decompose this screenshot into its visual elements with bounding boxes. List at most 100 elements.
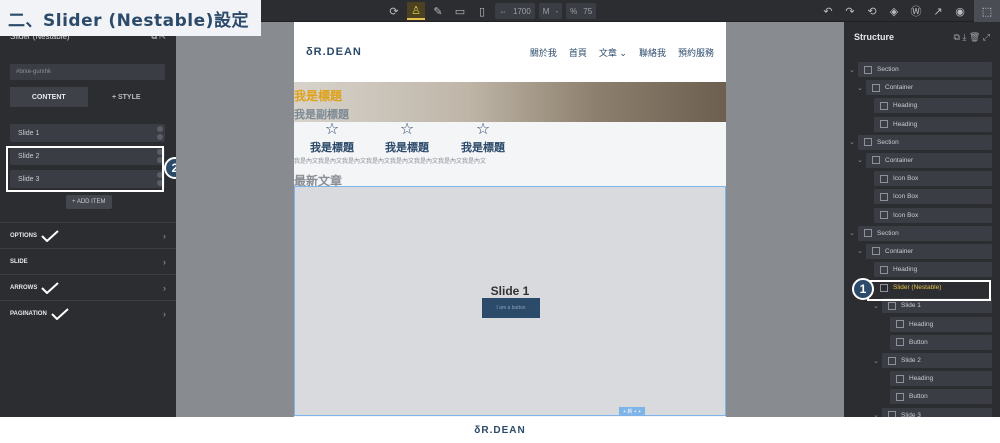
- hero-subtitle: 我是副標題: [294, 109, 349, 121]
- duplicate-icon[interactable]: [157, 126, 163, 132]
- element-type-icon: [872, 83, 880, 92]
- structure-node[interactable]: Button: [890, 389, 992, 405]
- structure-node[interactable]: ⌄ Container: [857, 152, 992, 168]
- menu-item[interactable]: 聯絡我: [639, 46, 666, 59]
- site-menu: 關於我 首頁 文章 ⌄ 聯絡我 預約服務: [530, 46, 714, 59]
- mobile-icon[interactable]: ▯: [473, 2, 491, 20]
- element-type-icon: [880, 192, 888, 201]
- chevron-down-icon[interactable]: ⌄: [873, 357, 879, 365]
- slide-item[interactable]: Slide 1: [10, 124, 165, 142]
- external-link-icon[interactable]: ↗: [930, 2, 946, 20]
- structure-node[interactable]: ⌄ Slide 2: [873, 353, 992, 368]
- structure-node-label: Heading: [893, 102, 918, 110]
- structure-node-label: Button: [909, 393, 928, 401]
- desktop-icon[interactable]: ▭: [451, 2, 469, 20]
- structure-node-label: Heading: [893, 120, 918, 128]
- structure-node[interactable]: Button: [890, 334, 992, 350]
- preview-eye-icon[interactable]: ◉: [952, 2, 968, 20]
- tab-content[interactable]: CONTENT: [10, 87, 88, 107]
- element-type-icon: [872, 247, 880, 256]
- margin-field[interactable]: M-: [538, 3, 563, 19]
- structure-node-label: Button: [909, 338, 928, 346]
- structure-node[interactable]: ⌄ Section: [849, 225, 992, 241]
- structure-node[interactable]: Heading: [890, 316, 992, 332]
- structure-node[interactable]: ⌄ Section: [849, 62, 992, 77]
- site-logo[interactable]: δR.DEAN: [306, 46, 362, 58]
- edit-mode-icon[interactable]: ♙: [407, 2, 425, 20]
- group-label: SLIDE: [10, 258, 28, 265]
- slider-nestable[interactable]: Slide 1 I am a button + 新 + +: [294, 186, 726, 416]
- save-icon[interactable]: ⬚: [974, 0, 1000, 22]
- chevron-down-icon[interactable]: ⌄: [873, 302, 879, 310]
- menu-item[interactable]: 首頁: [569, 46, 587, 59]
- element-type-icon: [872, 156, 880, 165]
- layers-icon[interactable]: ◈: [886, 2, 902, 20]
- group-label: PAGINATION: [10, 310, 47, 317]
- checkmark-icon: [41, 229, 59, 242]
- group-arrows[interactable]: ARROWS ›: [0, 274, 176, 300]
- structure-node-label: Section: [877, 138, 899, 146]
- icon-box-row: ☆ 我是標題 ☆ 我是標題 ☆ 我是標題 我是內文我是內文我是內文我是內文我是內…: [294, 122, 726, 168]
- structure-node[interactable]: Heading: [890, 371, 992, 387]
- group-label: ARROWS: [10, 284, 38, 291]
- icon-box-title: 我是標題: [310, 142, 354, 154]
- canvas-area: δR.DEAN 關於我 首頁 文章 ⌄ 聯絡我 預約服務 我是標題 我是副標題 …: [176, 22, 844, 417]
- chevron-down-icon[interactable]: ⌄: [849, 138, 855, 146]
- group-options[interactable]: OPTIONS ›: [0, 222, 176, 248]
- chevron-down-icon[interactable]: ⌄: [849, 66, 855, 74]
- zoom-value: 75: [583, 6, 593, 16]
- slide-button[interactable]: I am a button: [482, 298, 540, 318]
- group-slide[interactable]: SLIDE ›: [0, 248, 176, 274]
- star-icon: ☆: [399, 121, 415, 138]
- structure-node[interactable]: Icon Box: [874, 189, 992, 205]
- page-preview: δR.DEAN 關於我 首頁 文章 ⌄ 聯絡我 預約服務 我是標題 我是副標題 …: [294, 22, 726, 417]
- structure-panel: Structure ⧉ ⤓ 🗑 ⤢ ⌄ Section ⌄ Container Head…: [844, 22, 1000, 417]
- structure-node-label: Heading: [909, 375, 934, 383]
- tab-style[interactable]: + STYLE: [88, 87, 166, 107]
- undo-icon[interactable]: ↶: [820, 2, 836, 20]
- group-pagination[interactable]: PAGINATION ›: [0, 300, 176, 326]
- redo-icon[interactable]: ↷: [842, 2, 858, 20]
- star-icon: ☆: [324, 121, 340, 138]
- zoom-field[interactable]: % 75: [566, 3, 597, 19]
- menu-item-articles[interactable]: 文章 ⌄: [599, 46, 627, 59]
- structure-node[interactable]: Heading: [874, 98, 992, 114]
- structure-node-label: Heading: [909, 320, 934, 328]
- structure-node[interactable]: Heading: [874, 262, 992, 278]
- slide-controls[interactable]: [157, 126, 163, 140]
- element-type-icon: [896, 320, 904, 329]
- history-icon[interactable]: ⟲: [864, 2, 880, 20]
- chevron-down-icon[interactable]: ⌄: [857, 84, 863, 92]
- banner-title: 二、Slider (Nestable)設定: [8, 10, 249, 31]
- edit-icon[interactable]: ✎: [429, 2, 447, 20]
- chevron-down-icon[interactable]: ⌄: [857, 156, 863, 164]
- element-id-field[interactable]: #brxe-gurxhk: [10, 64, 165, 80]
- structure-node[interactable]: Heading: [874, 116, 992, 132]
- menu-item[interactable]: 關於我: [530, 46, 557, 59]
- structure-node-label: Container: [885, 247, 914, 255]
- chevron-down-icon[interactable]: ⌄: [857, 247, 863, 255]
- chevron-down-icon[interactable]: ⌄: [849, 229, 855, 237]
- highlight-slides: [6, 146, 164, 192]
- structure-tree: ⌄ Section ⌄ Container Heading Heading ⌄ Section…: [844, 62, 1000, 417]
- footer-logo: δR.DEAN: [474, 424, 526, 436]
- structure-node-label: Container: [885, 84, 914, 92]
- highlight-structure-node: [867, 280, 991, 301]
- structure-node[interactable]: ⌄ Section: [849, 134, 992, 150]
- refresh-icon[interactable]: ⟳: [385, 2, 403, 20]
- group-label: OPTIONS: [10, 232, 38, 239]
- menu-item[interactable]: 預約服務: [678, 46, 714, 59]
- add-item-button[interactable]: + ADD ITEM: [66, 195, 112, 209]
- structure-node[interactable]: Icon Box: [874, 207, 992, 223]
- element-type-icon: [864, 229, 872, 238]
- structure-actions[interactable]: ⧉ ⤓ 🗑 ⤢: [953, 32, 990, 43]
- structure-node[interactable]: ⌄ Container: [857, 80, 992, 96]
- zoom-label: %: [570, 6, 578, 16]
- structure-node[interactable]: ⌄ Container: [857, 243, 992, 259]
- delete-icon[interactable]: [157, 134, 163, 140]
- width-field[interactable]: ⇔ 1700: [495, 3, 535, 19]
- structure-node[interactable]: Icon Box: [874, 171, 992, 187]
- wordpress-icon[interactable]: Ⓦ: [908, 2, 924, 20]
- structure-node[interactable]: ⌄ Slide 3: [873, 407, 992, 417]
- left-panel: Slider (Nestable) ⧉ ⇱ #brxe-gurxhk CONTE…: [0, 22, 176, 417]
